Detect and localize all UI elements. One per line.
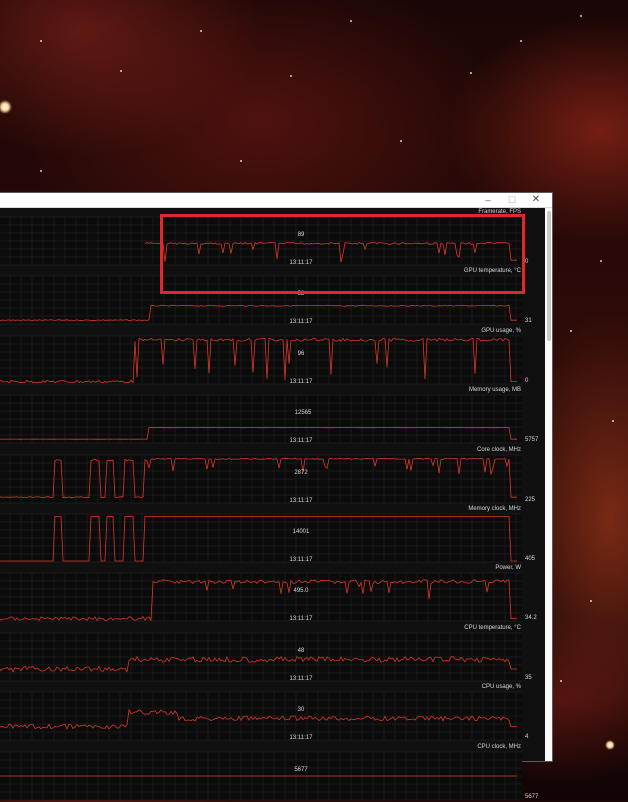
graph-trace bbox=[0, 427, 517, 440]
graph-panel: Power, W 495.0 13:11:17 34.2 bbox=[0, 564, 546, 623]
graph-panel: CPU temperature, °C 48 13:11:17 35 bbox=[0, 624, 546, 683]
graph-current-value: 89 bbox=[297, 232, 305, 238]
graph-title: GPU usage, % bbox=[481, 327, 521, 334]
graph-panel: Memory usage, MB 12565 13:11:17 5757 bbox=[0, 386, 546, 445]
graph-timestamp: 13:11:17 bbox=[289, 378, 313, 385]
graph-trace bbox=[0, 655, 517, 673]
graph-title: Framerate, FPS bbox=[478, 209, 521, 215]
graph-min-label: 0 bbox=[525, 259, 529, 265]
graph-current-value: 30 bbox=[297, 707, 305, 714]
graph-title: Memory clock, MHz bbox=[468, 506, 521, 512]
graph-title: Power, W bbox=[495, 565, 521, 572]
graph-min-label: 5757 bbox=[525, 437, 539, 444]
graph-panel: Framerate, FPS 89 13:11:17 0 bbox=[0, 208, 546, 267]
graph-timestamp: 13:11:17 bbox=[289, 557, 313, 563]
graph-title: Memory usage, MB bbox=[468, 387, 521, 394]
maximize-button[interactable]: ☐ bbox=[500, 193, 524, 207]
graph-min-label: 31 bbox=[525, 318, 532, 325]
graph-min-label: 5677 bbox=[525, 793, 539, 800]
graph-current-value: 14001 bbox=[292, 529, 310, 535]
close-button[interactable]: ✕ bbox=[524, 193, 548, 207]
graph-min-label: 34.2 bbox=[525, 615, 537, 622]
graph-trace bbox=[0, 457, 517, 498]
graph-current-value: 5677 bbox=[294, 766, 308, 773]
graph-title: CPU temperature, °C bbox=[464, 624, 521, 631]
graph-timestamp: 13:11:17 bbox=[289, 497, 313, 504]
scrollbar-thumb[interactable] bbox=[547, 211, 551, 341]
graph-list: Framerate, FPS 89 13:11:17 0 GPU temperature… bbox=[0, 208, 546, 800]
graph-trace bbox=[0, 708, 517, 731]
graph-current-value: 52 bbox=[297, 291, 305, 298]
graph-min-label: 35 bbox=[525, 674, 532, 681]
graph-current-value: 12565 bbox=[294, 410, 312, 417]
graph-timestamp: 13:11:17 bbox=[289, 260, 313, 266]
graph-current-value: 2872 bbox=[294, 469, 308, 476]
graph-trace bbox=[0, 305, 517, 322]
graph-trace bbox=[0, 579, 517, 622]
graph-panel: GPU usage, % 96 13:11:17 0 bbox=[0, 327, 546, 386]
graph-current-value: 48 bbox=[297, 647, 305, 654]
graph-trace bbox=[0, 775, 517, 776]
graph-panel: CPU usage, % 30 13:11:17 4 bbox=[0, 683, 546, 742]
graph-title: CPU usage, % bbox=[481, 684, 521, 691]
graph-timestamp: 13:11:17 bbox=[289, 319, 313, 326]
graph-panel: GPU temperature, °C 52 13:11:17 31 bbox=[0, 267, 546, 326]
graph-timestamp: 13:11:17 bbox=[289, 735, 313, 742]
graph-panel: Memory clock, MHz 14001 13:11:17 405 bbox=[0, 505, 546, 564]
graph-trace bbox=[144, 241, 517, 263]
graph-trace bbox=[0, 337, 517, 384]
graph-title: CPU clock, MHz bbox=[477, 743, 521, 750]
graph-current-value: 96 bbox=[297, 350, 305, 357]
graph-min-label: 405 bbox=[525, 556, 536, 562]
graph-timestamp: 13:11:17 bbox=[289, 438, 313, 445]
title-bar[interactable]: – ☐ ✕ bbox=[0, 193, 552, 208]
graph-timestamp: 13:11:17 bbox=[289, 675, 313, 682]
graph-title: Core clock, MHz bbox=[476, 446, 521, 453]
graph-min-label: 225 bbox=[525, 496, 536, 503]
graph-panel: CPU clock, MHz 5677 5677 bbox=[0, 743, 546, 802]
minimize-button[interactable]: – bbox=[476, 193, 500, 207]
monitoring-window: – ☐ ✕ Framerate, FPS 89 13:11:17 0 GPU tempe… bbox=[0, 192, 553, 800]
graph-panel: Core clock, MHz 2872 13:11:17 225 bbox=[0, 446, 546, 505]
graph-min-label: 4 bbox=[525, 734, 529, 741]
graph-timestamp: 13:11:17 bbox=[289, 616, 313, 623]
graph-current-value: 495.0 bbox=[293, 588, 309, 595]
graph-trace bbox=[0, 515, 517, 562]
graph-title: GPU temperature, °C bbox=[463, 268, 521, 275]
graph-min-label: 0 bbox=[525, 377, 529, 384]
